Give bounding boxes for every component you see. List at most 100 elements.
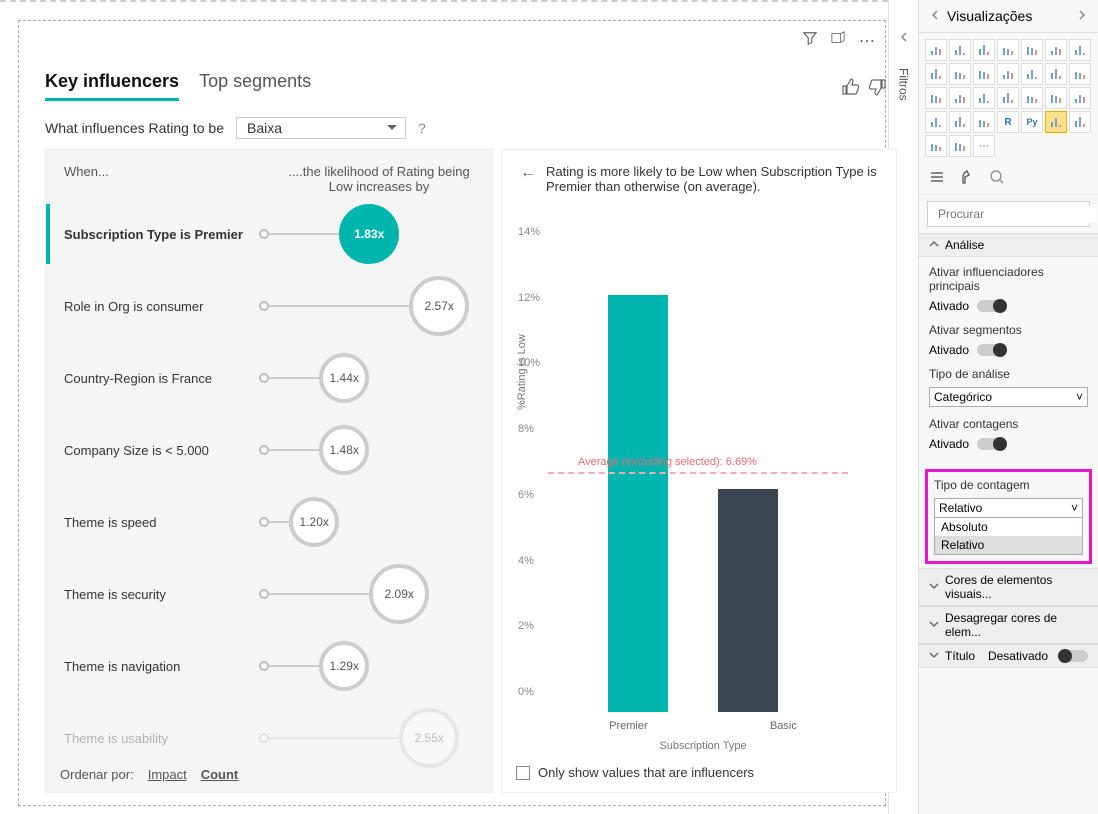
format-tab-icon[interactable]	[959, 169, 975, 188]
when-header: When...	[64, 164, 109, 194]
viz-paginated[interactable]	[949, 135, 971, 157]
viz-funnel[interactable]	[973, 87, 995, 109]
search-box[interactable]	[927, 201, 1090, 227]
viz-decomposition[interactable]	[1069, 111, 1091, 133]
influencer-bubble[interactable]: 2.57x	[409, 276, 469, 336]
option-absolute[interactable]: Absoluto	[935, 518, 1082, 536]
influencer-bubble[interactable]: 1.20x	[289, 497, 339, 547]
viz-area[interactable]	[1045, 39, 1067, 61]
influencer-row[interactable]: Theme is security2.09x	[46, 558, 492, 630]
viz-stacked-bar[interactable]	[925, 39, 947, 61]
back-arrow-icon[interactable]: ←	[520, 164, 536, 194]
visual-selection-frame[interactable]: ⋯ Key influencers Top segments What infl…	[18, 20, 886, 806]
thumbs-up-icon[interactable]	[841, 77, 861, 102]
viz-scatter[interactable]	[997, 63, 1019, 85]
filter-icon[interactable]	[803, 31, 817, 51]
fields-tab-icon[interactable]	[929, 169, 945, 188]
viz-more[interactable]: ⋯	[973, 135, 995, 157]
influencer-row[interactable]: Theme is speed1.20x	[46, 486, 492, 558]
influencer-row[interactable]: Company Size is < 5.0001.48x	[46, 414, 492, 486]
influencer-row[interactable]: Theme is usability 2.55x	[46, 702, 492, 774]
section-visual-colors[interactable]: Cores de elementos visuais...	[919, 568, 1098, 606]
influencer-bubble[interactable]: 2.09x	[369, 564, 429, 624]
expand-panel-icon[interactable]	[1076, 9, 1088, 24]
y-tick: 12%	[518, 292, 540, 304]
viz-line[interactable]	[1021, 39, 1043, 61]
viz-ribbon[interactable]	[949, 63, 971, 85]
y-tick: 6%	[518, 489, 534, 501]
viz-donut[interactable]	[1045, 63, 1067, 85]
toggle-enable-ki[interactable]	[977, 300, 1005, 312]
viz-multi-card[interactable]	[1045, 87, 1067, 109]
viz-waterfall[interactable]	[973, 63, 995, 85]
influencer-row[interactable]: Role in Org is consumer 2.57x	[46, 270, 492, 342]
tab-top-segments[interactable]: Top segments	[199, 71, 311, 101]
viz-table[interactable]	[949, 111, 971, 133]
influencer-bubble[interactable]: 1.44x	[319, 353, 369, 403]
viz-treemap[interactable]	[1069, 63, 1091, 85]
influencer-label: Theme is usability	[64, 731, 259, 746]
average-line	[548, 472, 848, 474]
bar-basic[interactable]	[718, 489, 778, 712]
option-relative[interactable]: Relativo	[935, 536, 1082, 554]
influencer-bubble[interactable]: 1.83x	[339, 204, 399, 264]
section-drill-colors[interactable]: Desagregar cores de elem...	[919, 606, 1098, 644]
average-label: Average (excluding selected): 6.69%	[578, 456, 757, 468]
x-axis-label: Subscription Type	[548, 740, 858, 752]
help-icon[interactable]: ?	[418, 120, 426, 136]
influencer-label: Role in Org is consumer	[64, 299, 259, 314]
viz-r-visual[interactable]: R	[997, 111, 1019, 133]
toggle-title[interactable]	[1060, 650, 1088, 662]
feedback-thumbs	[841, 77, 887, 102]
collapse-panel-icon[interactable]	[929, 9, 941, 24]
viz-matrix[interactable]	[973, 111, 995, 133]
question-prefix: What influences Rating to be	[45, 120, 224, 136]
search-input[interactable]	[934, 205, 1097, 223]
viz-gauge[interactable]	[997, 87, 1019, 109]
toggle-enable-counts[interactable]	[977, 438, 1005, 450]
focus-mode-icon[interactable]	[831, 31, 845, 51]
viz-qa[interactable]	[925, 135, 947, 157]
only-influencers-checkbox[interactable]	[516, 766, 530, 780]
toggle-state-label: Ativado	[929, 343, 969, 357]
viz-stacked-area[interactable]	[1069, 39, 1091, 61]
detail-description: Rating is more likely to be Low when Sub…	[546, 164, 878, 194]
viz-card[interactable]	[1021, 87, 1043, 109]
viz-clustered-bar[interactable]	[949, 39, 971, 61]
rating-value-dropdown[interactable]: Baixa	[236, 117, 406, 139]
analytics-tab-icon[interactable]	[989, 169, 1005, 188]
viz-stacked-column[interactable]	[973, 39, 995, 61]
analysis-type-dropdown[interactable]: Categórico ˅	[929, 387, 1088, 407]
viz-kpi[interactable]	[1069, 87, 1091, 109]
influencer-bubble[interactable]: 2.55x	[399, 708, 459, 768]
report-canvas[interactable]: ⋯ Key influencers Top segments What infl…	[0, 0, 888, 814]
influencer-bubble[interactable]: 1.29x	[319, 641, 369, 691]
thumbs-down-icon[interactable]	[867, 77, 887, 102]
viz-filled-map[interactable]	[949, 87, 971, 109]
key-influencers-visual: Key influencers Top segments What influe…	[45, 67, 897, 813]
sort-bar: Ordenar por: Impact Count	[60, 767, 238, 782]
viz-slicer[interactable]	[925, 111, 947, 133]
y-tick: 10%	[518, 357, 540, 369]
prop-enable-segments: Ativar segmentos	[929, 323, 1088, 337]
influencer-row[interactable]: Theme is navigation1.29x	[46, 630, 492, 702]
viz-map[interactable]	[925, 87, 947, 109]
influencer-row[interactable]: Country-Region is France1.44x	[46, 342, 492, 414]
tab-key-influencers[interactable]: Key influencers	[45, 71, 179, 101]
influencer-row[interactable]: Subscription Type is Premier1.83x	[46, 198, 492, 270]
more-options-icon[interactable]: ⋯	[859, 31, 875, 51]
section-title[interactable]: Título Desativado	[919, 644, 1098, 668]
toggle-enable-segments[interactable]	[977, 344, 1005, 356]
viz-clustered-column[interactable]	[997, 39, 1019, 61]
expand-filters-icon[interactable]	[898, 30, 910, 48]
sort-impact[interactable]: Impact	[148, 767, 187, 782]
viz-py-visual[interactable]: Py	[1021, 111, 1043, 133]
viz-line-column[interactable]	[925, 63, 947, 85]
bar-premier[interactable]	[608, 295, 668, 712]
section-analysis[interactable]: Análise	[919, 233, 1098, 257]
sort-count[interactable]: Count	[201, 767, 239, 782]
count-type-dropdown[interactable]: Relativo ˅	[934, 498, 1083, 518]
viz-key-influencers[interactable]	[1045, 111, 1067, 133]
viz-pie[interactable]	[1021, 63, 1043, 85]
influencer-bubble[interactable]: 1.48x	[319, 425, 369, 475]
